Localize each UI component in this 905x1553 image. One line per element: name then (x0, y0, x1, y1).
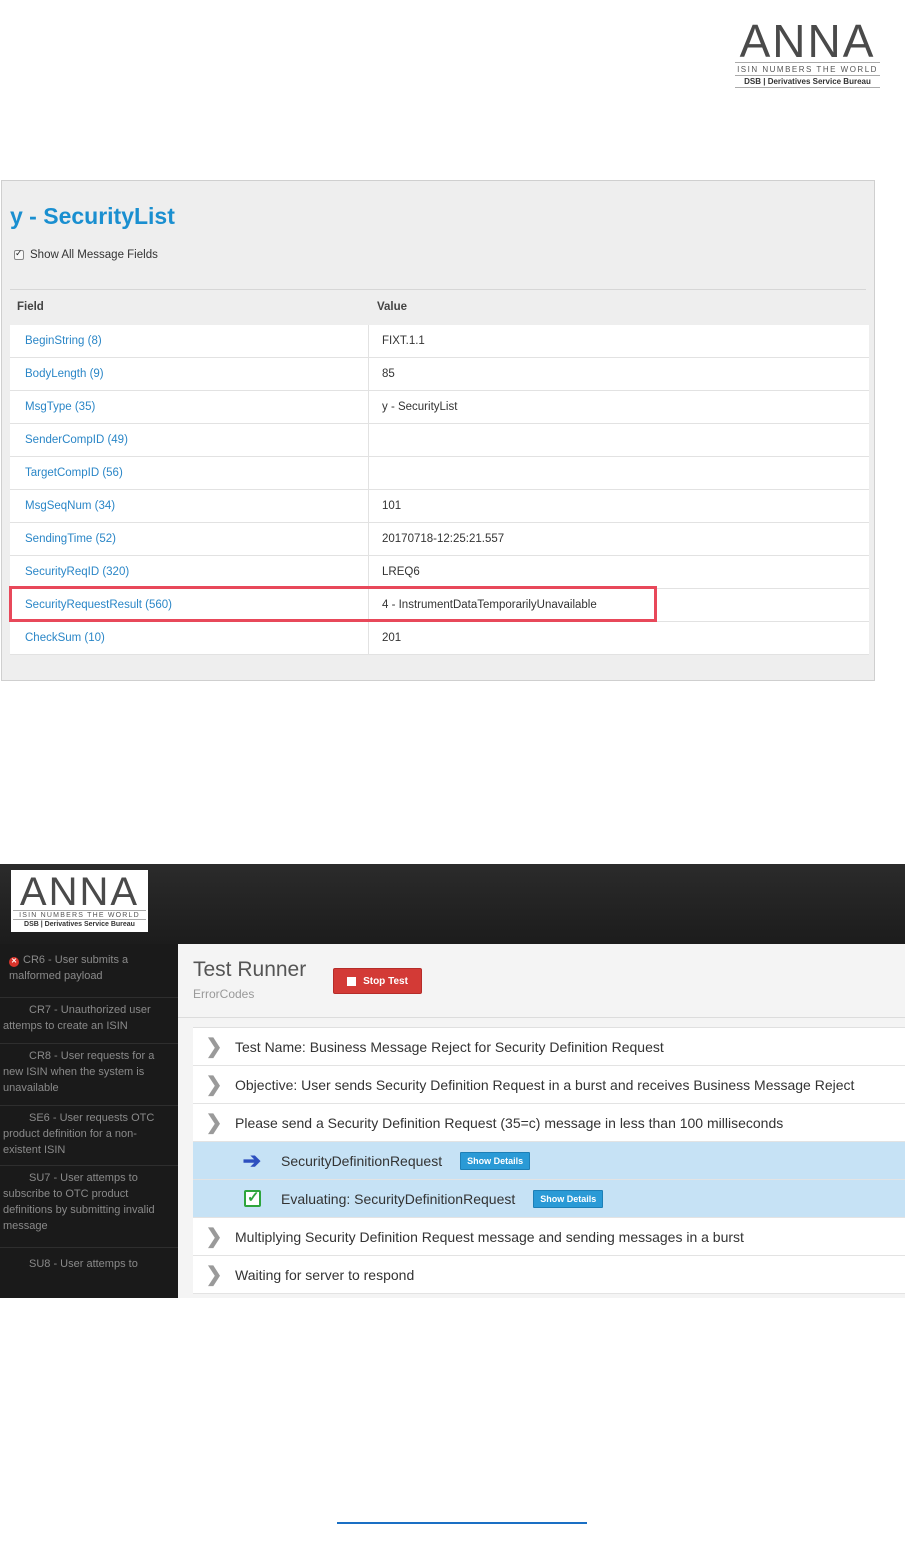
step-multiplying[interactable]: ❯ Multiplying Security Definition Reques… (193, 1218, 905, 1256)
test-runner-window: ANNA ISIN NUMBERS THE WORLD DSB | Deriva… (0, 864, 905, 1298)
divider (178, 1017, 905, 1018)
show-details-button[interactable]: Show Details (460, 1151, 531, 1170)
field-value: 4 - InstrumentDataTemporarilyUnavailable (382, 599, 597, 611)
arrow-right-icon: ➔ (242, 1147, 261, 1173)
logo-tagline: ISIN NUMBERS THE WORLD (13, 910, 146, 919)
sidebar-item-se6[interactable]: SE6 - User requests OTC product definiti… (0, 1110, 178, 1166)
message-title: y - SecurityList (10, 203, 175, 229)
stop-test-button[interactable]: Stop Test (333, 968, 422, 994)
sidebar-item-label: SU8 - User attemps to (29, 1258, 138, 1270)
field-value: 201 (382, 632, 402, 644)
error-icon: ✕ (9, 957, 19, 967)
step-text: Please send a Security Definition Reques… (235, 1114, 784, 1131)
stop-test-label: Stop Test (363, 975, 408, 987)
table-row: SenderCompID (49) (10, 424, 869, 457)
test-runner-main: Test Runner ErrorCodes Stop Test ❯ Test … (178, 944, 905, 1298)
page-subtitle: ErrorCodes (193, 987, 255, 1001)
anna-logo: ANNA ISIN NUMBERS THE WORLD DSB | Deriva… (735, 18, 880, 90)
field-link[interactable]: CheckSum (10) (10, 622, 369, 654)
sidebar-item-cr8[interactable]: CR8 - User requests for a new ISIN when … (0, 1048, 178, 1106)
table-row: BodyLength (9) 85 (10, 358, 869, 391)
step-text: Multiplying Security Definition Request … (235, 1228, 744, 1245)
step-send-request[interactable]: ❯ Please send a Security Definition Requ… (193, 1104, 905, 1142)
table-row: SendingTime (52) 20170718-12:25:21.557 (10, 523, 869, 556)
app-header: ANNA ISIN NUMBERS THE WORLD DSB | Deriva… (0, 864, 905, 944)
sidebar-item-label: CR8 - User requests for a new ISIN when … (3, 1050, 155, 1094)
page-title: Test Runner (193, 958, 307, 981)
table-row: CheckSum (10) 201 (10, 622, 869, 655)
field-link[interactable]: BodyLength (9) (10, 358, 369, 390)
table-row: SecurityRequestResult (560) 4 - Instrume… (10, 589, 869, 622)
anna-logo[interactable]: ANNA ISIN NUMBERS THE WORLD DSB | Deriva… (11, 870, 148, 932)
step-objective[interactable]: ❯ Objective: User sends Security Definit… (193, 1066, 905, 1104)
stop-icon (347, 976, 357, 986)
field-link[interactable]: MsgSeqNum (34) (10, 490, 369, 522)
test-case-sidebar: ✕ CR6 - User submits a malformed payload … (0, 944, 178, 1298)
sidebar-item-label: CR7 - Unauthorized user attemps to creat… (3, 1004, 151, 1032)
field-value: 85 (382, 368, 395, 380)
divider (10, 289, 866, 290)
logo-subtag: DSB | Derivatives Service Bureau (13, 919, 146, 929)
field-link[interactable]: SecurityRequestResult (560) (10, 589, 369, 621)
substep-security-definition-request: ➔ SecurityDefinitionRequest Show Details (193, 1142, 905, 1180)
table-row: MsgType (35) y - SecurityList (10, 391, 869, 424)
table-row: SecurityReqID (320) LREQ6 (10, 556, 869, 589)
step-test-name[interactable]: ❯ Test Name: Business Message Reject for… (193, 1028, 905, 1066)
checkbox-checked-icon (244, 1188, 261, 1207)
field-value: 101 (382, 500, 402, 512)
step-text: Test Name: Business Message Reject for S… (235, 1038, 664, 1055)
security-list-panel: y - SecurityList Show All Message Fields… (1, 180, 875, 681)
step-waiting[interactable]: ❯ Waiting for server to respond (193, 1256, 905, 1294)
table-row: TargetCompID (56) (10, 457, 869, 490)
table-row: BeginString (8) FIXT.1.1 (10, 325, 869, 358)
chevron-right-icon[interactable]: ❯ (193, 1034, 235, 1059)
logo-subtag: DSB | Derivatives Service Bureau (735, 75, 880, 88)
sidebar-item-label: SU7 - User attemps to subscribe to OTC p… (3, 1172, 155, 1232)
field-link[interactable]: MsgType (35) (10, 391, 369, 423)
show-all-fields-checkbox[interactable] (14, 248, 24, 260)
logo-wordmark: ANNA (19, 870, 140, 914)
test-steps-list: ❯ Test Name: Business Message Reject for… (193, 1027, 905, 1294)
logo-wordmark: ANNA (739, 15, 876, 67)
substep-evaluating: Evaluating: SecurityDefinitionRequest Sh… (193, 1180, 905, 1218)
field-link[interactable]: SenderCompID (49) (10, 424, 369, 456)
field-link[interactable]: SendingTime (52) (10, 523, 369, 555)
field-link[interactable]: SecurityReqID (320) (10, 556, 369, 588)
column-header-field: Field (17, 301, 44, 313)
substep-text: Evaluating: SecurityDefinitionRequest (281, 1190, 516, 1207)
sidebar-item-label: SE6 - User requests OTC product definiti… (3, 1112, 155, 1156)
field-value: y - SecurityList (382, 401, 458, 413)
step-text: Waiting for server to respond (235, 1266, 415, 1283)
field-link[interactable]: BeginString (8) (10, 325, 369, 357)
sidebar-item-su8[interactable]: SU8 - User attemps to (0, 1256, 178, 1296)
field-value: LREQ6 (382, 566, 420, 578)
field-link[interactable]: TargetCompID (56) (10, 457, 369, 489)
show-details-button[interactable]: Show Details (533, 1189, 604, 1208)
sidebar-item-label: CR6 - User submits a malformed payload (9, 954, 129, 982)
chevron-right-icon[interactable]: ❯ (193, 1072, 235, 1097)
show-all-fields-label: Show All Message Fields (30, 249, 158, 261)
table-row: MsgSeqNum (34) 101 (10, 490, 869, 523)
field-value: 20170718-12:25:21.557 (382, 533, 505, 545)
chevron-right-icon[interactable]: ❯ (193, 1224, 235, 1249)
sidebar-item-cr6[interactable]: ✕ CR6 - User submits a malformed payload (0, 952, 178, 998)
footer-divider (337, 1522, 587, 1524)
substep-text: SecurityDefinitionRequest (281, 1152, 443, 1169)
show-all-fields-toggle[interactable]: Show All Message Fields (14, 248, 158, 261)
sidebar-item-su7[interactable]: SU7 - User attemps to subscribe to OTC p… (0, 1170, 178, 1248)
step-text: Objective: User sends Security Definitio… (235, 1076, 855, 1093)
column-header-value: Value (377, 301, 408, 313)
sidebar-item-cr7[interactable]: CR7 - Unauthorized user attemps to creat… (0, 1002, 178, 1044)
fields-table: BeginString (8) FIXT.1.1 BodyLength (9) … (10, 325, 869, 655)
chevron-right-icon[interactable]: ❯ (193, 1110, 235, 1135)
chevron-right-icon[interactable]: ❯ (193, 1262, 235, 1287)
field-value: FIXT.1.1 (382, 335, 425, 347)
